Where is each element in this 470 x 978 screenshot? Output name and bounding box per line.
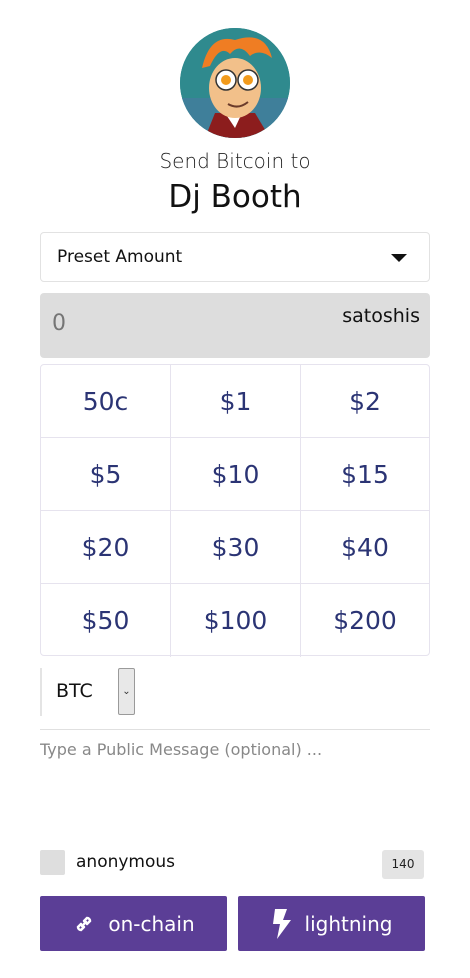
preset-button[interactable]: $20 [41,511,171,584]
amount-unit: satoshis [342,305,420,327]
anonymous-checkbox[interactable] [40,850,65,875]
preset-button[interactable]: $200 [301,584,429,657]
currency-selector[interactable]: BTC ⌄ [40,668,430,730]
preset-button[interactable]: $40 [301,511,429,584]
on-chain-button[interactable]: on-chain [40,896,227,951]
preset-button[interactable]: $100 [171,584,301,657]
preset-button[interactable]: $5 [41,438,171,511]
preset-select-label: Preset Amount [57,247,183,267]
amount-field[interactable]: satoshis [40,293,430,358]
preset-button[interactable]: 50c [41,365,171,438]
lightning-label: lightning [304,911,393,936]
lightning-button[interactable]: lightning [238,896,425,951]
currency-divider [40,668,42,716]
link-icon [77,916,92,931]
preset-button[interactable]: $10 [171,438,301,511]
avatar [180,28,290,138]
preset-amount-grid: 50c $1 $2 $5 $10 $15 $20 $30 $40 $50 $10… [40,364,430,657]
caret-down-icon [391,254,407,262]
lightning-bolt-icon [272,908,291,939]
send-label: Send Bitcoin to [159,149,311,173]
preset-button[interactable]: $30 [171,511,301,584]
cartoon-avatar-icon [180,28,290,138]
preset-amount-select[interactable]: Preset Amount [40,232,430,282]
recipient-name: Dj Booth [168,179,302,215]
public-message-input[interactable] [40,740,430,830]
on-chain-label: on-chain [108,911,195,936]
preset-button[interactable]: $1 [171,365,301,438]
preset-button[interactable]: $15 [301,438,429,511]
amount-input[interactable] [52,311,252,336]
preset-button[interactable]: $50 [41,584,171,657]
character-count-badge: 140 [382,850,424,879]
currency-value: BTC [56,680,93,702]
currency-dropdown-button[interactable]: ⌄ [118,668,135,715]
preset-button[interactable]: $2 [301,365,429,438]
anonymous-label: anonymous [76,852,176,872]
